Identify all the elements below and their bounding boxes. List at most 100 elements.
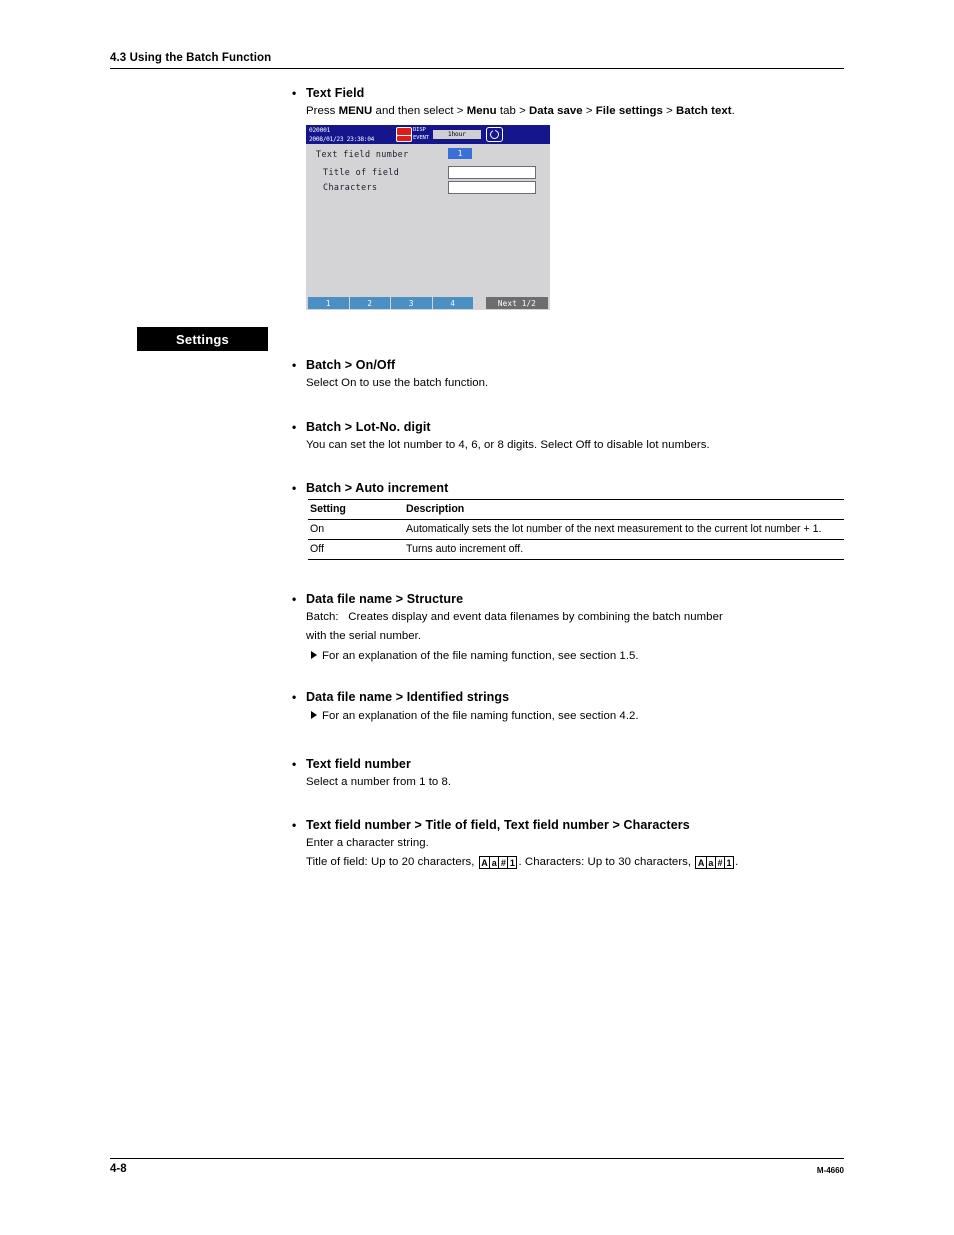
batch-lotno-section: • Batch > Lot-No. digit You can set the … (292, 420, 852, 454)
path-file-settings: File settings (595, 105, 663, 117)
characters-input[interactable] (448, 181, 536, 194)
limits-part-1: Title of field: Up to 20 characters, (306, 855, 478, 868)
structure-heading-row: • Data file name > Structure (292, 592, 857, 606)
device-topbar-icons: DISP EVENT 1hour (396, 125, 503, 144)
triangle-right-icon (311, 651, 317, 659)
recording-icon (396, 127, 412, 142)
text-field-section: • Text Field Press MENU and then select … (292, 86, 852, 120)
footer-divider (110, 1158, 844, 1159)
path-period: . (731, 105, 735, 117)
device-row-characters: Characters (323, 182, 378, 192)
device-screenshot: 020001 2008/01/23 23:38:04 DISP EVENT 1h… (306, 125, 550, 310)
batch-lotno-heading: Batch > Lot-No. digit (306, 420, 431, 434)
text-field-menu-path: Press MENU and then select > Menu tab > … (306, 103, 852, 120)
identified-strings-note: For an explanation of the file naming fu… (311, 708, 857, 725)
power-circle-icon[interactable] (485, 127, 503, 142)
identified-strings-heading-row: • Data file name > Identified strings (292, 690, 857, 704)
text-field-number-value[interactable]: 1 (448, 148, 472, 159)
device-row-text-field-number: Text field number (316, 149, 409, 159)
cell-setting-on: On (310, 523, 325, 535)
limits-part-3: . (735, 855, 739, 868)
batch-autoincrement-section: • Batch > Auto increment (292, 481, 852, 495)
device-row-title-of-field: Title of field (323, 167, 400, 177)
title-characters-heading: Text field number > Title of field, Text… (306, 818, 690, 832)
char-class-badge-characters: Aa #1 (695, 856, 735, 869)
bullet-icon: • (292, 818, 297, 832)
title-characters-body: Enter a character string. (306, 837, 429, 849)
auto-increment-table: Setting Description On Automatically set… (308, 499, 844, 560)
text-field-number-heading: Text field number (306, 757, 411, 771)
text-field-number-section: • Text field number Select a number from… (292, 757, 857, 791)
text-field-number-body: Select a number from 1 to 8. (306, 776, 452, 788)
triangle-right-icon (311, 711, 317, 719)
char-class-number: 1 (507, 856, 518, 869)
identified-strings-heading: Data file name > Identified strings (306, 690, 510, 704)
column-header-setting: Setting (310, 503, 346, 515)
batch-onoff-heading-row: • Batch > On/Off (292, 358, 852, 372)
path-batch-text: Batch text (676, 105, 732, 117)
table-row: On Automatically sets the lot number of … (308, 520, 844, 540)
cell-description-off: Turns auto increment off. (406, 543, 524, 555)
interval-value: 1hour (432, 129, 481, 139)
identified-strings-section: • Data file name > Identified strings Fo… (292, 690, 857, 725)
device-id-block: 020001 2008/01/23 23:38:04 (306, 125, 374, 144)
bullet-icon: • (292, 757, 297, 771)
device-topbar: 020001 2008/01/23 23:38:04 DISP EVENT 1h… (306, 125, 550, 144)
structure-batch-line2: with the serial number. (306, 629, 422, 642)
bullet-icon: • (292, 358, 297, 372)
header-divider (110, 68, 844, 69)
device-next-button[interactable]: Next 1/2 (486, 297, 548, 309)
batch-onoff-heading: Batch > On/Off (306, 358, 396, 372)
bullet-icon: • (292, 86, 297, 100)
device-body: Text field number 1 Title of field Chara… (306, 144, 550, 291)
device-tab-1[interactable]: 1 (308, 297, 350, 309)
batch-autoincrement-heading: Batch > Auto increment (306, 481, 449, 495)
bullet-icon: • (292, 481, 297, 495)
batch-autoincrement-heading-row: • Batch > Auto increment (292, 481, 852, 495)
path-menu-tab: Menu (466, 105, 497, 117)
title-of-field-input[interactable] (448, 166, 536, 179)
path-sep-1: > (582, 105, 596, 117)
page-header: 4.3 Using the Batch Function (110, 52, 844, 69)
manual-code: M-4660 (816, 1166, 844, 1175)
batch-number-label: 020001 (309, 127, 331, 134)
identified-strings-note-text: For an explanation of the file naming fu… (322, 710, 639, 722)
bullet-icon: • (292, 592, 297, 606)
path-data-save: Data save (529, 105, 583, 117)
title-characters-heading-row: • Text field number > Title of field, Te… (292, 818, 862, 832)
structure-note-text: For an explanation of the file naming fu… (322, 650, 639, 662)
text-field-number-heading-row: • Text field number (292, 757, 857, 771)
structure-batch-text: Creates display and event data filenames… (348, 611, 723, 623)
device-tab-2[interactable]: 2 (349, 297, 391, 309)
table-row: Off Turns auto increment off. (308, 540, 844, 560)
cell-description-on: Automatically sets the lot number of the… (406, 523, 822, 535)
structure-batch-label: Batch: (306, 611, 339, 623)
disp-label: DISP (413, 127, 426, 133)
batch-lotno-heading-row: • Batch > Lot-No. digit (292, 420, 852, 434)
text-field-heading-row: • Text Field (292, 86, 852, 100)
device-tab-3[interactable]: 3 (391, 297, 433, 309)
char-class-badge-title: Aa #1 (478, 856, 518, 869)
text-field-heading: Text Field (306, 86, 365, 100)
structure-batch-line: Batch: Creates display and event data fi… (306, 609, 857, 626)
settings-badge: Settings (137, 327, 268, 351)
batch-onoff-section: • Batch > On/Off Select On to use the ba… (292, 358, 852, 392)
bullet-icon: • (292, 420, 297, 434)
bullet-icon: • (292, 690, 297, 704)
batch-lotno-body: You can set the lot number to 4, 6, or 8… (306, 439, 710, 451)
path-menu-key: MENU (338, 105, 373, 117)
char-class-number: 1 (724, 856, 735, 869)
cell-setting-off: Off (310, 543, 324, 555)
event-label: EVENT (413, 134, 429, 141)
device-tab-4[interactable]: 4 (432, 297, 474, 309)
structure-section: • Data file name > Structure Batch: Crea… (292, 592, 857, 665)
path-sep-2: > (662, 105, 677, 117)
limits-part-2: . Characters: Up to 30 characters, (518, 855, 695, 868)
device-tab-bar: 1 2 3 4 Next 1/2 (306, 297, 550, 310)
column-header-description: Description (406, 503, 465, 515)
batch-onoff-body: Select On to use the batch function. (306, 377, 489, 389)
title-characters-section: • Text field number > Title of field, Te… (292, 818, 862, 870)
structure-note: For an explanation of the file naming fu… (311, 648, 857, 665)
title-characters-limits: Title of field: Up to 20 characters, Aa #… (306, 854, 862, 871)
disp-event-labels: DISP EVENT (412, 127, 429, 142)
